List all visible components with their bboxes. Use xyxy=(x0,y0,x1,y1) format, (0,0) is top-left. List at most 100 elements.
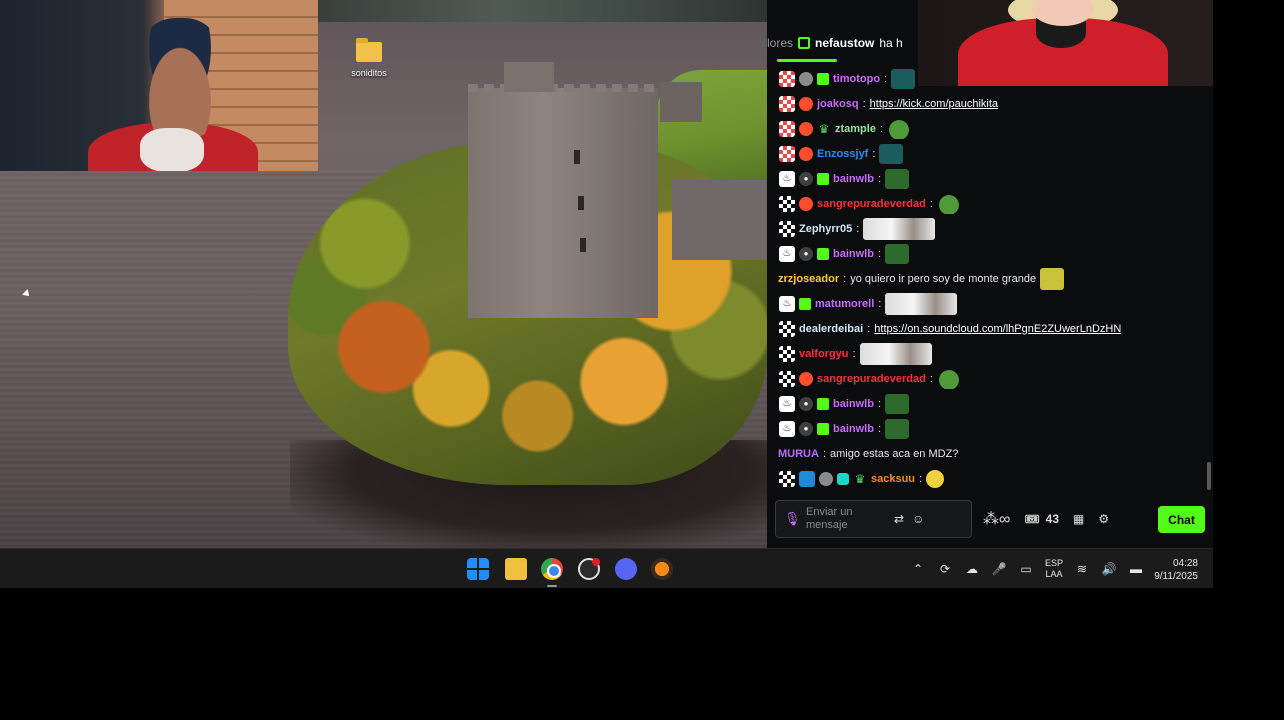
taskbar-clock[interactable]: 04:28 9/11/2025 xyxy=(1140,557,1198,583)
chat-link[interactable]: https://kick.com/pauchikita xyxy=(870,98,998,110)
checker-badge-icon xyxy=(779,370,795,387)
chat-username[interactable]: ztample xyxy=(835,123,876,135)
pinned-message[interactable]: lores nefaustow ha h xyxy=(767,33,903,53)
orange-badge-icon xyxy=(799,96,813,111)
crown-badge-icon: ♛ xyxy=(818,121,830,136)
language-indicator[interactable]: ESP LAA xyxy=(1045,558,1063,580)
chat-message: zrzjoseador: yo quiero ir pero soy de mo… xyxy=(778,266,1211,291)
desktop-folder-sonidos[interactable]: soniditos xyxy=(346,38,392,78)
store-icon[interactable]: ▦ xyxy=(1073,512,1084,526)
teal-badge-icon xyxy=(837,472,849,485)
castle-window xyxy=(580,238,586,252)
chat-username[interactable]: Enzossjyf xyxy=(817,148,868,160)
discord-icon[interactable] xyxy=(615,558,637,580)
gift-badge-icon xyxy=(817,397,829,410)
drop-badge-icon: ♨ xyxy=(779,420,795,437)
sub-badge-icon: ● xyxy=(799,171,813,186)
checker-badge-icon xyxy=(779,220,795,237)
chat-message: dealerdeibai: https://on.soundcloud.com/… xyxy=(779,316,1211,341)
chat-username[interactable]: valforgyu xyxy=(799,348,849,360)
wallpaper-castle-wall xyxy=(672,180,767,260)
pepe-emote-icon xyxy=(936,193,961,214)
chat-username[interactable]: timotopo xyxy=(833,73,880,85)
chat-message: ♨ ● bainwlb: xyxy=(779,391,1211,416)
pepe-emote-icon xyxy=(885,418,910,439)
wallpaper-hills xyxy=(318,0,767,22)
pinned-text: ha h xyxy=(879,36,903,50)
channel-points[interactable]: 🎟 43 xyxy=(1024,512,1059,526)
wide-emote-icon xyxy=(863,217,936,240)
pinned-prefix: lores xyxy=(767,36,794,50)
chat-username[interactable]: sangrepuradeverdad xyxy=(817,373,926,385)
chat-username[interactable]: sangrepuradeverdad xyxy=(817,198,926,210)
chevron-up-icon[interactable]: ⌃ xyxy=(910,561,926,577)
wifi-icon[interactable]: ≋ xyxy=(1074,561,1090,577)
clock-date: 9/11/2025 xyxy=(1154,571,1198,582)
fl-studio-icon[interactable] xyxy=(651,558,673,580)
chat-message: sangrepuradeverdad: xyxy=(779,191,1211,216)
chat-link[interactable]: https://on.soundcloud.com/lhPgnE2ZUwerLn… xyxy=(874,323,1121,335)
translate-icon[interactable]: ⇄ xyxy=(894,512,904,526)
volume-icon[interactable]: 🔊 xyxy=(1101,561,1117,577)
chat-username[interactable]: joakosq xyxy=(817,98,859,110)
settings-gear-icon[interactable]: ⚙ xyxy=(1098,512,1109,526)
chat-message: ♨ ● bainwlb: xyxy=(779,416,1211,441)
pepe-emote-icon xyxy=(936,368,961,389)
sub-badge-icon: ● xyxy=(799,421,813,436)
webcam-person-hand xyxy=(140,128,204,171)
checker-badge-icon xyxy=(779,320,795,337)
chat-message: valforgyu: xyxy=(779,341,1211,366)
chat-username[interactable]: zrzjoseador xyxy=(778,273,839,285)
send-chat-button[interactable]: Chat xyxy=(1158,506,1205,533)
pepe-emote-icon xyxy=(887,118,912,139)
microphone-tray-icon[interactable]: 🎤 xyxy=(991,561,1007,577)
orange-badge-icon xyxy=(799,371,813,386)
chat-message-input[interactable]: 🎙 Enviar un mensaje ⇄ ☺ xyxy=(775,500,972,538)
gift-badge-icon xyxy=(817,72,829,85)
chat-username[interactable]: bainwlb xyxy=(833,248,874,260)
wallpaper-castle-top xyxy=(504,62,554,92)
checker-badge-icon xyxy=(779,95,795,112)
wallpaper-castle-tower xyxy=(468,88,658,318)
chat-message: ♨ matumorell: xyxy=(779,291,1211,316)
chat-username[interactable]: matumorell xyxy=(815,298,874,310)
chat-username[interactable]: sacksuu xyxy=(871,473,915,485)
smile-emote-icon xyxy=(926,469,945,488)
obs-icon[interactable] xyxy=(578,558,600,580)
chrome-icon[interactable] xyxy=(541,558,563,580)
sync-icon[interactable]: ⟳ xyxy=(937,561,953,577)
chat-text: yo quiero ir pero soy de monte grande xyxy=(850,272,1037,285)
pinned-user: nefaustow xyxy=(815,36,875,50)
file-explorer-icon[interactable] xyxy=(505,558,527,580)
emoji-icon[interactable]: ☺ xyxy=(912,512,924,526)
chat-message: joakosq: https://kick.com/pauchikita xyxy=(779,91,1211,116)
chat-message: ♨ ● bainwlb: xyxy=(779,241,1211,266)
chat-username[interactable]: bainwlb xyxy=(833,398,874,410)
chat-message: sangrepuradeverdad: xyxy=(779,366,1211,391)
display-icon[interactable]: ▭ xyxy=(1018,561,1034,577)
crown-badge-icon: ♛ xyxy=(854,471,866,486)
cloud-icon[interactable]: ☁ xyxy=(964,561,980,577)
chat-username[interactable]: MURUA xyxy=(778,448,819,460)
chat-input-placeholder: Enviar un mensaje xyxy=(806,506,853,531)
chat-message: Zephyrr05: xyxy=(779,216,1211,241)
checker-badge-icon xyxy=(779,120,795,137)
checker-badge-icon xyxy=(779,345,795,362)
infinity-points-icon[interactable]: ⁂∞ xyxy=(983,509,1010,529)
drop-badge-icon: ♨ xyxy=(779,170,795,187)
chat-message: Enzossjyf: xyxy=(779,141,1211,166)
chat-username[interactable]: bainwlb xyxy=(833,423,874,435)
eyes-emote-icon xyxy=(1040,267,1065,290)
pepe-emote-icon xyxy=(885,243,910,264)
webcam-person-head xyxy=(132,18,228,138)
clock-time: 04:28 xyxy=(1172,558,1198,569)
chat-actions: ⁂∞ 🎟 43 ▦ ⚙ xyxy=(983,505,1109,533)
chat-username[interactable]: bainwlb xyxy=(833,173,874,185)
microphone-icon[interactable]: 🎙 xyxy=(784,512,801,526)
chat-scrollbar[interactable] xyxy=(1207,462,1211,490)
chat-username[interactable]: dealerdeibai xyxy=(799,323,863,335)
checker-badge-icon xyxy=(779,145,795,162)
gift-badge-icon xyxy=(799,297,811,310)
chat-username[interactable]: Zephyrr05 xyxy=(799,223,852,235)
windows-start-icon[interactable] xyxy=(467,558,489,580)
